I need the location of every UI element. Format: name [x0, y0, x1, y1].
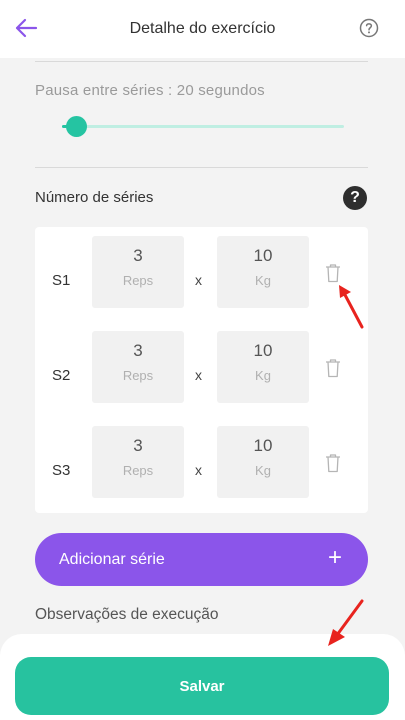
help-button[interactable] — [359, 18, 379, 38]
back-button[interactable] — [12, 14, 40, 42]
plus-icon: + — [327, 544, 342, 571]
series-label: S1 — [52, 272, 71, 289]
weight-value: 10 — [253, 246, 273, 265]
footer-bar: Salvar — [0, 634, 405, 720]
series-label: S3 — [52, 462, 71, 479]
weight-input[interactable]: 10 Kg — [217, 236, 309, 308]
weight-unit: Kg — [255, 368, 271, 383]
reps-value: 3 — [133, 341, 143, 360]
trash-icon[interactable] — [325, 263, 341, 283]
help-circle-icon — [359, 18, 379, 38]
series-list: S1 3 Reps x 10 Kg S2 3 Reps x 10 Kg S3 3… — [35, 227, 368, 513]
times-sign: x — [195, 462, 202, 478]
add-series-button[interactable]: Adicionar série + — [35, 533, 368, 586]
trash-icon[interactable] — [325, 453, 341, 473]
times-sign: x — [195, 367, 202, 383]
reps-unit: Reps — [122, 368, 154, 383]
weight-value: 10 — [253, 436, 273, 455]
reps-unit: Reps — [122, 463, 154, 478]
weight-value: 10 — [253, 341, 273, 360]
rest-slider-track[interactable] — [62, 125, 344, 128]
series-help-icon[interactable]: ? — [343, 186, 367, 210]
app-header: Detalhe do exercício — [0, 0, 405, 58]
arrow-left-icon — [15, 18, 38, 38]
weight-input[interactable]: 10 Kg — [217, 331, 309, 403]
reps-unit: Reps — [122, 273, 154, 288]
weight-unit: Kg — [255, 463, 271, 478]
reps-value: 3 — [133, 246, 143, 265]
save-button[interactable]: Salvar — [15, 657, 389, 715]
series-row: S1 3 Reps x 10 Kg — [35, 236, 368, 308]
series-row: S2 3 Reps x 10 Kg — [35, 331, 368, 403]
execution-notes-label: Observações de execução — [35, 606, 219, 623]
trash-icon[interactable] — [325, 358, 341, 378]
series-row: S3 3 Reps x 10 Kg — [35, 426, 368, 498]
reps-value: 3 — [133, 436, 143, 455]
exercise-detail-content[interactable]: Pausa entre séries : 20 segundos Número … — [0, 58, 405, 634]
series-label: S2 — [52, 367, 71, 384]
page-title: Detalhe do exercício — [129, 20, 276, 37]
reps-input[interactable]: 3 Reps — [92, 426, 184, 498]
rest-between-series-label: Pausa entre séries : 20 segundos — [35, 82, 265, 99]
divider — [35, 61, 368, 62]
weight-unit: Kg — [255, 273, 271, 288]
times-sign: x — [195, 272, 202, 288]
divider — [35, 167, 368, 168]
reps-input[interactable]: 3 Reps — [92, 236, 184, 308]
weight-input[interactable]: 10 Kg — [217, 426, 309, 498]
series-count-title: Número de séries — [35, 189, 154, 206]
add-series-label: Adicionar série — [59, 551, 165, 568]
reps-input[interactable]: 3 Reps — [92, 331, 184, 403]
save-label: Salvar — [179, 677, 225, 695]
rest-slider-thumb[interactable] — [66, 116, 88, 137]
